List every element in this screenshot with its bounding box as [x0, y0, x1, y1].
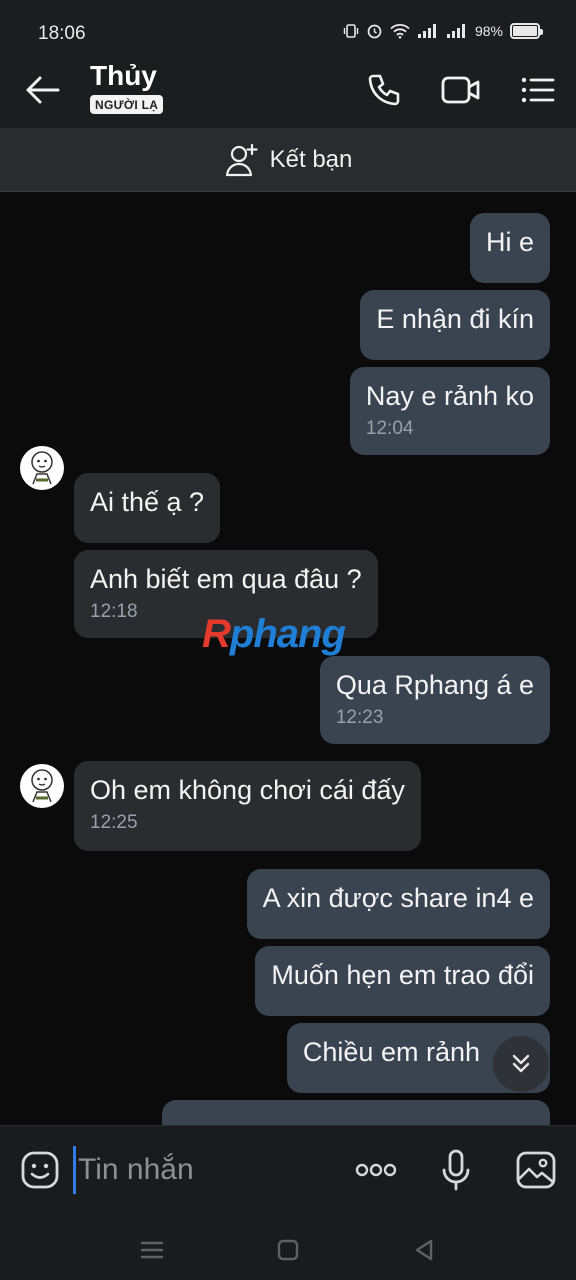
system-nav-bar — [0, 1220, 576, 1280]
voice-message-button[interactable] — [434, 1148, 478, 1192]
signal-icon-1 — [417, 23, 436, 38]
video-icon — [441, 76, 480, 104]
message-text: Anh biết em qua đâu ? — [90, 564, 362, 594]
message-text: Oh em không chơi cái đấy — [90, 775, 405, 805]
status-icons: 98% — [343, 22, 543, 39]
triangle-back-icon — [415, 1239, 433, 1261]
emoji-icon — [21, 1151, 59, 1189]
message-bubble[interactable]: Qua Rphang á e 12:23 — [319, 656, 550, 744]
message-bubble[interactable]: Hi e — [469, 213, 550, 283]
wifi-icon — [390, 23, 410, 39]
add-friend-button[interactable]: Kết bạn — [0, 128, 576, 192]
alarm-icon — [367, 24, 382, 39]
message-time: 12:25 — [90, 812, 138, 833]
square-home-icon — [277, 1239, 299, 1261]
avatar[interactable] — [20, 446, 64, 490]
message-time: 12:23 — [335, 707, 384, 728]
message-bubble-partial[interactable] — [162, 1100, 550, 1125]
signal-icon-2 — [446, 23, 465, 38]
watermark-first: R — [202, 612, 231, 656]
sticker-avatar-icon — [31, 769, 53, 803]
add-user-icon — [225, 143, 258, 176]
message-text: Hi e — [485, 227, 534, 257]
message-bubble[interactable]: Ai thế ạ ? — [74, 473, 221, 543]
battery-percent: 98% — [474, 22, 503, 39]
watermark-logo: Rphang — [202, 612, 346, 657]
message-time: 12:04 — [365, 418, 414, 439]
message-input[interactable] — [74, 1146, 334, 1194]
avatar[interactable] — [20, 764, 64, 808]
more-options-button[interactable] — [354, 1148, 398, 1192]
back-button[interactable] — [22, 72, 62, 108]
list-menu-icon — [521, 77, 555, 103]
contact-name[interactable]: Thủy — [90, 60, 157, 92]
more-dots-icon — [355, 1163, 397, 1177]
menu-lines-icon — [140, 1241, 164, 1259]
gallery-button[interactable] — [514, 1148, 558, 1192]
message-bubble[interactable]: Oh em không chơi cái đấy 12:25 — [74, 761, 421, 851]
sticker-avatar-icon — [31, 451, 53, 485]
home-button[interactable] — [274, 1236, 302, 1264]
message-bubble[interactable]: Nay e rảnh ko 12:04 — [349, 367, 550, 455]
call-button[interactable] — [364, 70, 404, 110]
battery-fill — [513, 25, 537, 36]
message-text: E nhận đi kín — [376, 304, 534, 334]
message-bubble[interactable]: A xin được share in4 e — [246, 869, 550, 939]
add-friend-label: Kết bạn — [269, 145, 353, 173]
video-call-button[interactable] — [440, 70, 480, 110]
message-text: Chiều em rảnh — [302, 1037, 480, 1067]
message-text: Ai thế ạ ? — [90, 487, 205, 517]
arrow-left-icon — [26, 76, 60, 104]
message-bubble[interactable]: E nhận đi kín — [360, 290, 550, 360]
phone-icon — [368, 74, 400, 106]
message-composer — [0, 1125, 576, 1220]
chevron-double-down-icon — [512, 1054, 530, 1073]
message-text: A xin được share in4 e — [262, 883, 534, 913]
system-back-button[interactable] — [410, 1236, 438, 1264]
status-time: 18:06 — [38, 23, 86, 44]
watermark-rest: phang — [229, 612, 346, 656]
stranger-badge: NGƯỜI LẠ — [90, 95, 164, 114]
message-bubble[interactable]: Muốn hẹn em trao đổi — [255, 946, 550, 1016]
recent-apps-button[interactable] — [138, 1236, 166, 1264]
microphone-icon — [442, 1149, 470, 1191]
chat-header: Thủy NGƯỜI LẠ — [0, 50, 576, 128]
message-list[interactable]: Hi e E nhận đi kín Nay e rảnh ko 12:04 A… — [0, 193, 576, 1125]
message-text: Muốn hẹn em trao đổi — [271, 960, 534, 990]
vibrate-icon — [343, 23, 359, 38]
message-text: Nay e rảnh ko — [365, 381, 534, 411]
options-button[interactable] — [518, 70, 558, 110]
battery-icon — [510, 22, 543, 39]
status-bar: 18:06 98% — [0, 0, 576, 50]
emoji-button[interactable] — [18, 1148, 62, 1192]
image-icon — [516, 1151, 556, 1189]
scroll-to-bottom-button[interactable] — [493, 1036, 549, 1092]
message-text: Qua Rphang á e — [335, 670, 534, 700]
